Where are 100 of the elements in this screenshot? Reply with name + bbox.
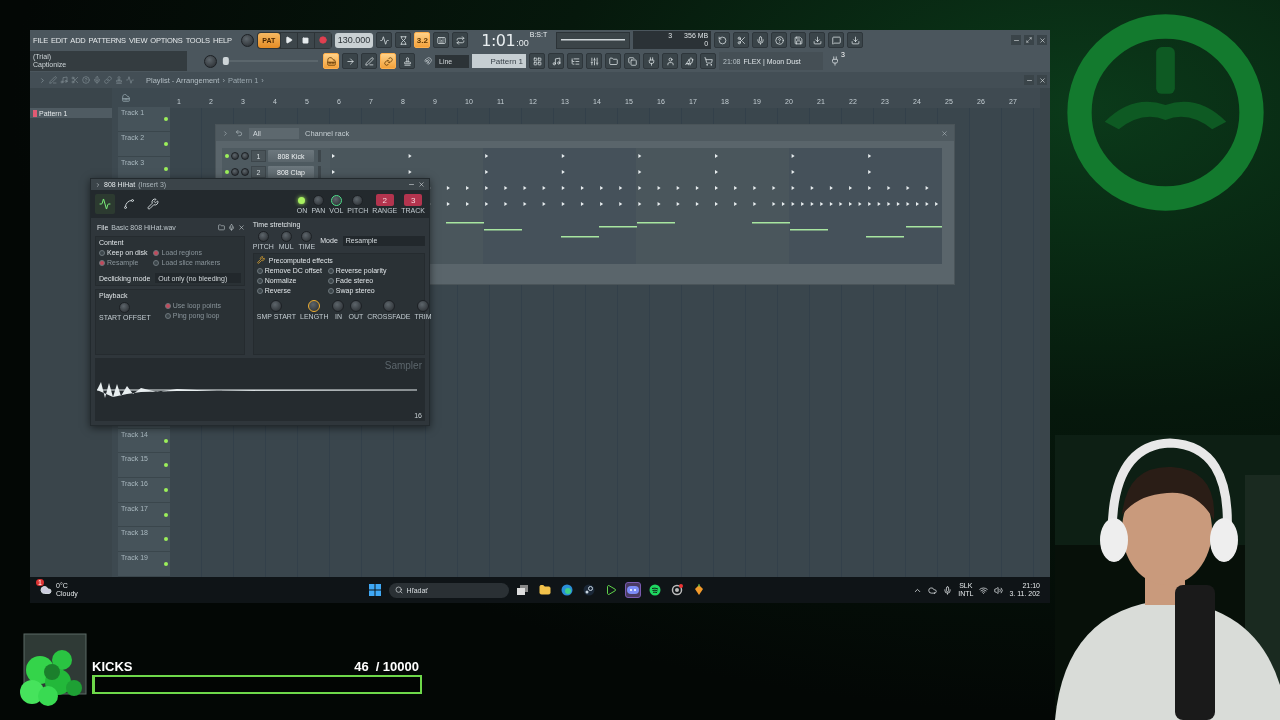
toolbar-button[interactable]: 3.2 (414, 32, 431, 48)
toolbar-button[interactable] (700, 53, 716, 69)
keyboard-icon (436, 35, 446, 45)
close-icon[interactable] (418, 181, 425, 188)
goal-target: / 10000 (375, 659, 419, 674)
channel-led[interactable] (225, 170, 229, 174)
curve-icon (123, 198, 135, 210)
fruit-icon (692, 584, 705, 596)
toolbar-button[interactable] (771, 32, 788, 48)
toolbar-button[interactable] (399, 53, 415, 69)
toolbar-button[interactable] (605, 53, 621, 69)
undo-icon (717, 35, 727, 45)
toolbar-button[interactable] (548, 53, 564, 69)
network-icon[interactable] (979, 585, 989, 595)
plug-icon[interactable] (830, 56, 840, 66)
stop-button[interactable] (297, 32, 314, 48)
checkbox[interactable] (327, 277, 334, 284)
checkbox[interactable] (327, 267, 334, 274)
start-button[interactable] (366, 582, 383, 598)
pattern-selector[interactable]: Pattern 1 (472, 54, 526, 68)
knob[interactable] (308, 300, 321, 312)
steam-icon (582, 584, 595, 596)
cloud-icon[interactable] (928, 585, 938, 595)
magnet-icon (424, 57, 432, 65)
minimize-button[interactable] (1024, 75, 1034, 85)
toolbar-button[interactable] (662, 53, 678, 69)
toolbar-button[interactable] (433, 32, 450, 48)
pitch-slider[interactable] (220, 56, 320, 66)
toolbar-button[interactable] (361, 53, 377, 69)
toolbar-button[interactable] (395, 32, 412, 48)
toolbar-button[interactable] (452, 32, 469, 48)
minimize-button[interactable] (1011, 35, 1021, 45)
scissors-icon (736, 35, 746, 45)
cloud-icon[interactable] (40, 584, 52, 596)
tab[interactable] (95, 194, 115, 214)
taskbar-app-button[interactable] (536, 582, 553, 598)
pen-icon (364, 56, 374, 66)
close-button[interactable] (1037, 35, 1047, 45)
windows-icon (368, 584, 381, 596)
number-field[interactable]: 3 (404, 194, 423, 206)
toolbar-button[interactable] (380, 53, 396, 69)
piano-icon (122, 93, 130, 102)
toolbar-button[interactable] (752, 32, 769, 48)
close-icon[interactable] (237, 223, 245, 231)
toolbar-button[interactable] (376, 32, 393, 48)
toolbar-button[interactable] (643, 53, 659, 69)
toolbar-button[interactable] (567, 53, 583, 69)
scrollbar[interactable] (1040, 88, 1050, 577)
number-field[interactable]: 2 (375, 194, 394, 206)
checkbox[interactable] (327, 287, 334, 294)
mic-icon[interactable] (227, 223, 235, 231)
checkbox[interactable] (99, 249, 105, 256)
toolbar-button[interactable] (323, 53, 339, 69)
speaker-icon[interactable] (994, 585, 1004, 595)
help-icon (82, 76, 90, 84)
taskbar-app-button[interactable] (514, 582, 531, 598)
spotify-icon (648, 584, 661, 596)
channel-led[interactable] (225, 154, 229, 158)
hourglass-icon (398, 35, 408, 45)
stamp-icon (402, 56, 412, 66)
minimize-icon[interactable] (408, 181, 415, 188)
checkbox[interactable] (256, 277, 263, 284)
game-controller-icon (626, 585, 639, 595)
checkbox[interactable] (256, 267, 263, 274)
toolbar-button[interactable] (342, 53, 358, 69)
checkbox[interactable] (256, 287, 263, 294)
taskbar-app-button[interactable] (624, 582, 641, 598)
tempo-field[interactable]: 130.000 (334, 32, 374, 48)
toolbar-button[interactable] (586, 53, 602, 69)
toolbar-button[interactable] (529, 53, 545, 69)
panel-label: Sampler (384, 360, 422, 371)
toolbar-button[interactable] (624, 53, 640, 69)
toolbar-button[interactable] (828, 32, 845, 48)
person-icon (665, 56, 675, 66)
mic-icon[interactable] (943, 585, 953, 595)
wrench-icon[interactable] (256, 256, 265, 264)
waveform-icon (99, 198, 111, 210)
folder-icon[interactable] (217, 223, 225, 231)
list-icon (570, 56, 580, 66)
undo-icon (235, 129, 243, 137)
close-icon (1038, 36, 1046, 44)
toolbar-button[interactable] (809, 32, 826, 48)
toolbar-button[interactable] (681, 53, 697, 69)
scissors-icon (71, 76, 79, 84)
toolbar-button[interactable] (733, 32, 750, 48)
toolbar-button[interactable] (847, 32, 864, 48)
play-button[interactable] (280, 32, 297, 48)
close-button[interactable] (1037, 75, 1047, 85)
toolbar-button[interactable] (714, 32, 731, 48)
download-icon (812, 35, 822, 45)
stop-icon (302, 36, 310, 44)
bird-icon (684, 56, 694, 66)
power-led[interactable] (298, 196, 306, 204)
download-icon (850, 35, 860, 45)
toolbar-button[interactable] (790, 32, 807, 48)
link-icon (104, 76, 112, 84)
song-time-ticks: :00 (516, 37, 529, 48)
slider-thumb[interactable] (222, 57, 229, 65)
maximize-button[interactable] (1024, 35, 1034, 45)
browser-icon (670, 584, 683, 596)
